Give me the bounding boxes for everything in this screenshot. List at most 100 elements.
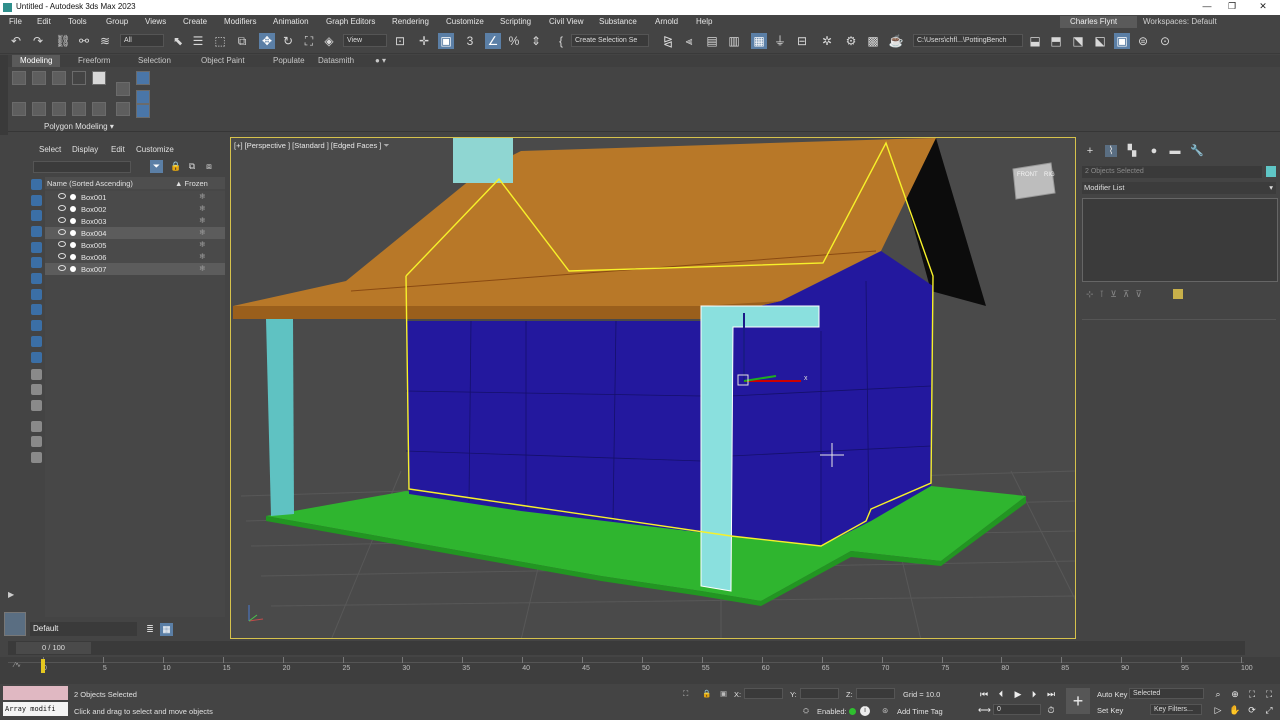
zoom-icon[interactable]: ⌕ xyxy=(1212,688,1224,700)
previous-frame-icon[interactable]: ⏴ xyxy=(995,688,1007,700)
explorer-search-input[interactable] xyxy=(33,161,131,173)
current-frame-field[interactable]: 0 xyxy=(993,704,1041,715)
window-crossing-icon[interactable]: ⧉ xyxy=(234,33,250,49)
modifier-stack[interactable] xyxy=(1082,198,1278,282)
time-slider[interactable]: 0 / 100 xyxy=(8,641,1245,655)
user-account-button[interactable]: Charles Flynt xyxy=(1060,16,1137,28)
render-production-icon[interactable]: ☕ xyxy=(888,33,904,49)
layer-explorer-icon[interactable]: ▥ xyxy=(726,33,742,49)
history-icon[interactable]: ⊙ xyxy=(1157,33,1173,49)
show-end-result-icon[interactable] xyxy=(116,102,130,116)
object-name-field[interactable]: 2 Objects Selected xyxy=(1082,166,1262,178)
toggle-scene-explorer-icon[interactable]: ▤ xyxy=(704,33,720,49)
perspective-viewport[interactable]: [+] [Perspective ] [Standard ] [Edged Fa… xyxy=(230,137,1076,639)
display-frozen-icon[interactable] xyxy=(31,352,42,363)
grow-selection-icon[interactable] xyxy=(12,102,26,116)
render-toggle-icon[interactable] xyxy=(70,206,76,212)
explorer-folder-icon[interactable] xyxy=(31,452,42,463)
list-item[interactable]: Box001 ❄ xyxy=(45,191,225,203)
maxscript-listener-input[interactable]: Array modifi xyxy=(3,702,68,716)
preview-selection-icon[interactable] xyxy=(92,102,106,116)
project-path-dropdown[interactable]: C:\Users\chfl...\PottingBench xyxy=(913,34,1023,47)
lock-icon[interactable]: 🔒 xyxy=(170,160,182,173)
freeze-icon[interactable]: ❄ xyxy=(199,204,206,213)
polygon-modeling-panel-label[interactable]: Polygon Modeling ▾ xyxy=(44,122,114,131)
selection-filter-dropdown[interactable]: All xyxy=(120,34,164,47)
time-config-icon[interactable]: ⏱ xyxy=(1045,704,1057,716)
isolate-icon[interactable]: ⛶ xyxy=(683,689,688,699)
percent-snap-icon[interactable]: % xyxy=(506,33,522,49)
ref-coord-dropdown[interactable]: View xyxy=(343,34,387,47)
viewcube-right-label[interactable]: RIG xyxy=(1044,172,1055,178)
next-frame-icon[interactable]: ⏵ xyxy=(1028,688,1040,700)
freeze-icon[interactable]: ❄ xyxy=(199,216,206,225)
key-mode-icon[interactable]: ⟷ xyxy=(978,704,991,716)
explorer-mode-icon[interactable] xyxy=(4,612,26,636)
menu-help[interactable]: Help xyxy=(696,17,712,26)
select-by-name-icon[interactable]: ☰ xyxy=(190,33,206,49)
link-icon[interactable]: ⛓ xyxy=(55,33,71,49)
spinner-snap-icon[interactable]: ⇕ xyxy=(528,33,544,49)
menu-file[interactable]: File xyxy=(9,17,22,26)
angle-snap-icon[interactable]: ∠ xyxy=(485,33,501,49)
display-tab-icon[interactable]: ▬ xyxy=(1169,145,1181,157)
display-xrefs-icon[interactable] xyxy=(31,304,42,315)
filter-icon[interactable]: ⏷ xyxy=(150,160,163,173)
rendered-frame-icon[interactable]: ▩ xyxy=(865,33,881,49)
auto-key-button[interactable]: Auto Key xyxy=(1097,690,1127,699)
tab-freeform[interactable]: Freeform xyxy=(70,55,118,67)
column-frozen-header[interactable]: ▲ Frozen xyxy=(175,179,208,188)
menu-create[interactable]: Create xyxy=(183,17,207,26)
align-icon[interactable]: ⫷ xyxy=(681,33,697,49)
collapse-stack-icon[interactable] xyxy=(116,82,130,96)
constraints-icon[interactable] xyxy=(136,104,150,118)
layer-explorer-toggle-icon[interactable]: ▦ xyxy=(160,623,173,636)
layer-dropdown[interactable]: Default xyxy=(30,622,137,636)
menu-tools[interactable]: Tools xyxy=(68,17,87,26)
current-frame-marker[interactable] xyxy=(41,659,45,673)
menu-rendering[interactable]: Rendering xyxy=(392,17,429,26)
viewcube-front-label[interactable]: FRONT xyxy=(1017,172,1038,178)
render-toggle-icon[interactable] xyxy=(70,266,76,272)
filter-options-icon[interactable] xyxy=(31,436,42,447)
unlink-icon[interactable]: ⚯ xyxy=(76,33,92,49)
zoom-all-icon[interactable]: ⊕ xyxy=(1229,688,1241,700)
menu-customize[interactable]: Customize xyxy=(446,17,484,26)
list-item[interactable]: Box007 ❄ xyxy=(45,263,225,275)
display-last-icon[interactable] xyxy=(31,384,42,395)
menu-group[interactable]: Group xyxy=(106,17,128,26)
use-soft-selection-icon[interactable] xyxy=(136,90,150,104)
y-coordinate-field[interactable] xyxy=(800,688,839,699)
render-toggle-icon[interactable] xyxy=(70,254,76,260)
render-toggle-icon[interactable] xyxy=(70,242,76,248)
filter-funnel-icon[interactable] xyxy=(31,421,42,432)
viewport-layout-icon[interactable]: ▣ xyxy=(1114,33,1130,49)
curve-editor-icon[interactable]: ⏚ xyxy=(772,33,788,49)
modify-mode-icon[interactable] xyxy=(136,71,150,85)
open-project-icon[interactable]: ⬓ xyxy=(1027,33,1043,49)
edit-vertex-icon[interactable] xyxy=(12,71,26,85)
undo-icon[interactable]: ↶ xyxy=(8,33,24,49)
freeze-icon[interactable]: ❄ xyxy=(199,252,206,261)
display-children-icon[interactable] xyxy=(31,400,42,411)
ring-selection-icon[interactable] xyxy=(72,102,86,116)
project-folder-icon[interactable]: ⬒ xyxy=(1048,33,1064,49)
configure-sets-icon[interactable] xyxy=(1173,289,1183,299)
menu-civil-view[interactable]: Civil View xyxy=(549,17,584,26)
track-bar[interactable]: 0510152025303540455055606570758085909510… xyxy=(0,657,1280,684)
visibility-eye-icon[interactable] xyxy=(58,229,66,235)
bind-spacewarp-icon[interactable]: ≋ xyxy=(97,33,113,49)
loop-selection-icon[interactable] xyxy=(52,102,66,116)
hierarchy-icon[interactable]: ⧉ xyxy=(186,160,198,173)
explorer-menu-customize[interactable]: Customize xyxy=(136,145,174,154)
modify-tab-icon[interactable]: ⌇ xyxy=(1105,145,1117,157)
list-item[interactable]: Box006 ❄ xyxy=(45,251,225,263)
display-helpers-icon[interactable] xyxy=(31,257,42,268)
edit-edge-icon[interactable] xyxy=(32,71,46,85)
utilities-tab-icon[interactable]: 🔧 xyxy=(1190,145,1204,157)
create-tab-icon[interactable]: + xyxy=(1084,145,1096,157)
set-key-button[interactable]: Set Key xyxy=(1097,706,1123,715)
display-geometry-icon[interactable] xyxy=(31,195,42,206)
list-item[interactable]: Box003 ❄ xyxy=(45,215,225,227)
adaptive-degradation-icon[interactable]: ⛭ xyxy=(803,706,809,716)
